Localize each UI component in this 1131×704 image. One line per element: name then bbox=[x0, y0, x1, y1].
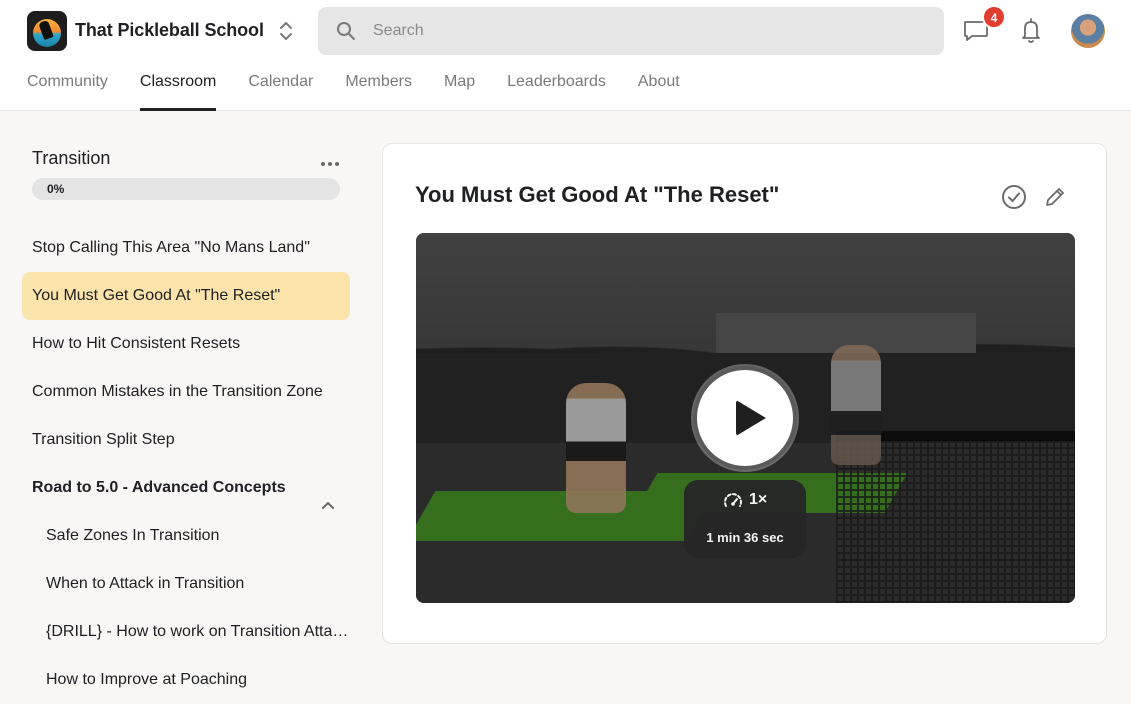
video-info-pill[interactable]: 1× 1 min 36 sec bbox=[684, 480, 806, 558]
lesson-item[interactable]: Stop Calling This Area "No Mans Land" bbox=[22, 224, 350, 272]
lesson-item-active[interactable]: You Must Get Good At "The Reset" bbox=[22, 272, 350, 320]
group-name[interactable]: That Pickleball School bbox=[75, 20, 264, 41]
more-icon[interactable] bbox=[320, 154, 340, 166]
edit-icon[interactable] bbox=[1043, 185, 1067, 209]
play-icon bbox=[736, 400, 766, 436]
switcher-icon[interactable] bbox=[277, 20, 295, 42]
main-nav: Community Classroom Calendar Members Map… bbox=[27, 63, 712, 111]
search-input[interactable] bbox=[373, 7, 933, 55]
tab-leaderboards[interactable]: Leaderboards bbox=[507, 63, 606, 111]
course-title: Transition bbox=[32, 148, 111, 168]
tab-members[interactable]: Members bbox=[345, 63, 412, 111]
tab-calendar[interactable]: Calendar bbox=[248, 63, 313, 111]
progress-label: 0% bbox=[47, 182, 65, 196]
video-duration: 1 min 36 sec bbox=[706, 530, 784, 545]
speed-icon bbox=[722, 492, 744, 512]
tab-about[interactable]: About bbox=[638, 63, 680, 111]
lesson-item[interactable]: Transition Split Step bbox=[22, 416, 350, 464]
chevron-up-icon[interactable] bbox=[321, 482, 335, 509]
sub-lesson-item[interactable]: How to Improve at Poaching bbox=[22, 656, 350, 704]
video-player[interactable]: 1× 1 min 36 sec bbox=[416, 233, 1075, 603]
course-progress-bar: 0% bbox=[32, 178, 340, 200]
playback-speed: 1× bbox=[749, 491, 768, 508]
bell-icon[interactable] bbox=[1019, 17, 1043, 45]
section-header[interactable]: Road to 5.0 - Advanced Concepts bbox=[22, 464, 350, 512]
lesson-item[interactable]: How to Hit Consistent Resets bbox=[22, 320, 350, 368]
avatar[interactable] bbox=[1071, 14, 1105, 48]
sub-lesson-item[interactable]: {DRILL} - How to work on Transition Atta… bbox=[22, 608, 350, 656]
lesson-item[interactable]: Common Mistakes in the Transition Zone bbox=[22, 368, 350, 416]
play-button[interactable] bbox=[693, 366, 797, 470]
tab-classroom[interactable]: Classroom bbox=[139, 63, 217, 111]
tab-community[interactable]: Community bbox=[27, 63, 108, 111]
top-header: That Pickleball School 4 Community Class… bbox=[0, 0, 1131, 111]
search-bar[interactable] bbox=[318, 7, 944, 55]
chat-badge: 4 bbox=[982, 5, 1006, 29]
search-icon bbox=[336, 21, 356, 41]
lesson-card: You Must Get Good At "The Reset" 1× 1 mi… bbox=[382, 143, 1107, 644]
section-title: Road to 5.0 - Advanced Concepts bbox=[32, 479, 286, 496]
app-logo[interactable] bbox=[27, 11, 67, 51]
sub-lesson-item[interactable]: Safe Zones In Transition bbox=[22, 512, 350, 560]
sub-lesson-item[interactable]: When to Attack in Transition bbox=[22, 560, 350, 608]
check-circle-icon[interactable] bbox=[1001, 184, 1027, 210]
tab-map[interactable]: Map bbox=[444, 63, 475, 111]
lesson-title: You Must Get Good At "The Reset" bbox=[415, 182, 780, 207]
